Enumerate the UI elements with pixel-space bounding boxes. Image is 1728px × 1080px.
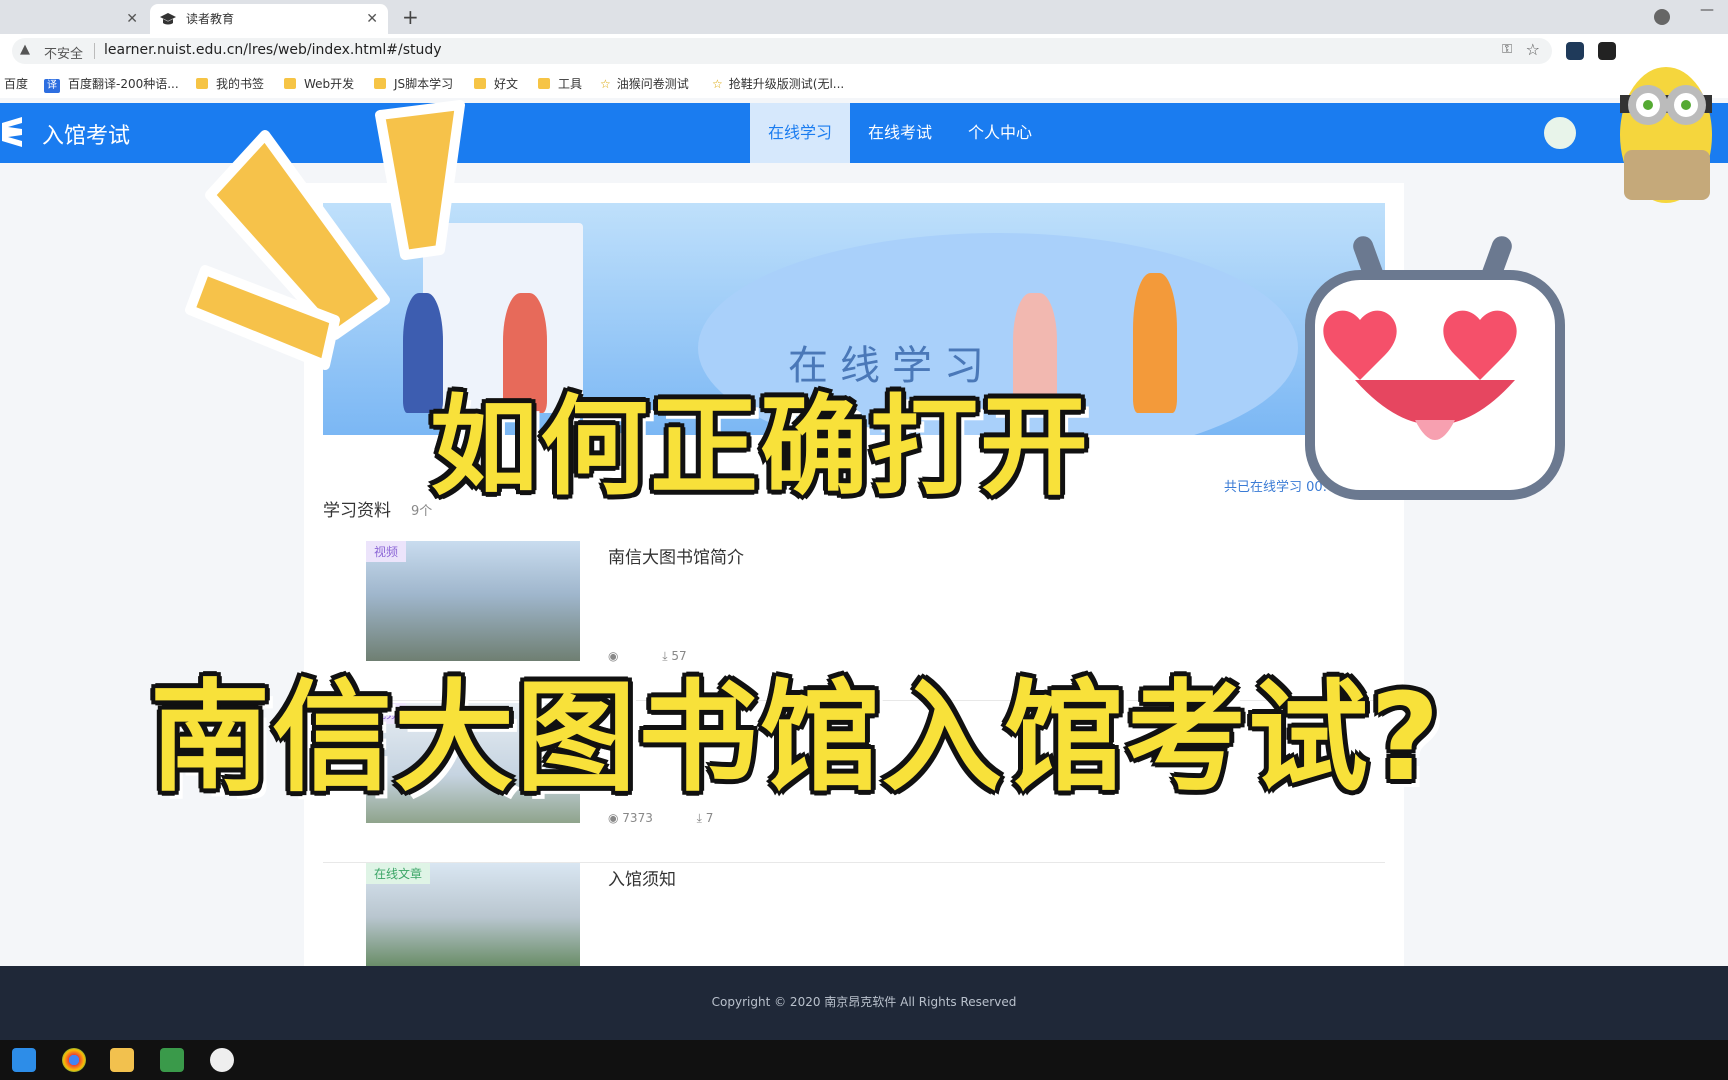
- nav-personal-center[interactable]: 个人中心: [950, 103, 1050, 163]
- bookmark-item[interactable]: ☆ 油猴问卷测试: [600, 75, 689, 92]
- graduation-cap-icon: [160, 13, 176, 25]
- avatar[interactable]: [1542, 115, 1578, 151]
- os-taskbar: [0, 1040, 1728, 1080]
- divider: [94, 43, 95, 59]
- close-tab-icon[interactable]: ✕: [126, 4, 138, 34]
- bookmark-folder[interactable]: JS脚本学习: [374, 75, 453, 92]
- bookmark-label: JS脚本学习: [394, 77, 454, 91]
- browser-tab[interactable]: ✕: [0, 4, 148, 34]
- key-icon[interactable]: ⚿: [1502, 42, 1512, 57]
- person-illustration: [1133, 273, 1177, 413]
- video-badge: 视频: [366, 541, 407, 562]
- minimize-icon[interactable]: —: [1700, 2, 1714, 18]
- spreadsheet-icon[interactable]: [160, 1048, 184, 1072]
- bookmark-item[interactable]: 译百度翻译-200种语...: [44, 75, 179, 93]
- article-badge: 在线文章: [366, 863, 431, 884]
- bookmark-folder[interactable]: 我的书签: [196, 75, 264, 92]
- star-icon: ☆: [600, 77, 611, 91]
- nav-online-study[interactable]: 在线学习: [750, 103, 850, 163]
- minion-sticker-icon: [1620, 67, 1712, 203]
- close-tab-icon[interactable]: ✕: [366, 4, 378, 34]
- translate-icon: 译: [44, 79, 60, 93]
- bookmark-item[interactable]: ☆ 抢鞋升级版测试(无l...: [712, 75, 844, 92]
- tab-label: 读者教育: [186, 12, 235, 26]
- bookmarks-bar: 百度 译百度翻译-200种语... 我的书签 Web开发 JS脚本学习 好文 工…: [0, 68, 1728, 98]
- new-tab-icon[interactable]: +: [402, 4, 419, 30]
- address-bar: ▲ 不安全 learner.nuist.edu.cn/lres/web/inde…: [0, 34, 1728, 68]
- warning-icon[interactable]: ▲: [20, 42, 30, 57]
- item-title[interactable]: 入馆须知: [608, 865, 676, 890]
- bookmark-label: Web开发: [304, 77, 355, 91]
- bookmark-label: 百度: [4, 77, 29, 91]
- bookmark-label: 抢鞋升级版测试(无l...: [728, 77, 845, 91]
- app-icon[interactable]: [210, 1048, 234, 1072]
- bookmark-label: 油猴问卷测试: [616, 77, 689, 91]
- extension-icon[interactable]: [1566, 42, 1584, 60]
- section-title: 学习资料: [323, 501, 391, 521]
- bookmark-label: 好文: [494, 77, 519, 91]
- app-launcher-icon[interactable]: [12, 1048, 36, 1072]
- bookmark-item[interactable]: 百度: [4, 75, 28, 92]
- security-label[interactable]: 不安全: [44, 43, 83, 62]
- bookmark-label: 百度翻译-200种语...: [68, 77, 179, 91]
- item-title[interactable]: 南信大图书馆简介: [608, 543, 744, 568]
- bookmark-folder[interactable]: 好文: [474, 75, 518, 92]
- chrome-icon[interactable]: [62, 1048, 86, 1072]
- file-explorer-icon[interactable]: [110, 1048, 134, 1072]
- star-icon: ☆: [712, 77, 723, 91]
- bookmark-folder[interactable]: Web开发: [284, 75, 354, 92]
- heart-eyes-sticker-icon: [1305, 236, 1565, 500]
- overlay-caption-line2: 南信大图书馆入馆考试?: [150, 669, 1442, 808]
- tab-search-icon[interactable]: [1654, 9, 1670, 25]
- bookmark-star-icon[interactable]: ☆: [1526, 40, 1540, 59]
- bookmark-label: 工具: [558, 77, 583, 91]
- bookmark-label: 我的书签: [216, 77, 265, 91]
- browser-tab-active[interactable]: 读者教育 ✕: [150, 4, 388, 34]
- copyright-text: Copyright © 2020 南京昂克软件 All Rights Reser…: [711, 995, 1017, 1009]
- page-footer: Copyright © 2020 南京昂克软件 All Rights Reser…: [0, 966, 1728, 1040]
- url-text[interactable]: learner.nuist.edu.cn/lres/web/index.html…: [104, 42, 442, 58]
- bookmark-folder[interactable]: 工具: [538, 75, 582, 92]
- burst-sticker-icon: [185, 100, 465, 370]
- nav-online-exam[interactable]: 在线考试: [850, 103, 950, 163]
- browser-tab-strip: ✕ 读者教育 ✕ + —: [0, 0, 1728, 34]
- app-title: 入馆考试: [42, 124, 131, 149]
- omnibox[interactable]: ▲ 不安全 learner.nuist.edu.cn/lres/web/inde…: [12, 38, 1552, 64]
- thumbnail-image[interactable]: 在线文章: [366, 863, 580, 983]
- folder-icon: [474, 78, 486, 89]
- folder-icon: [374, 78, 386, 89]
- folder-icon: [538, 78, 550, 89]
- folder-icon: [196, 78, 208, 89]
- overlay-caption-line1: 如何正确打开: [430, 385, 1091, 510]
- app-logo-icon: [2, 117, 22, 147]
- folder-icon: [284, 78, 296, 89]
